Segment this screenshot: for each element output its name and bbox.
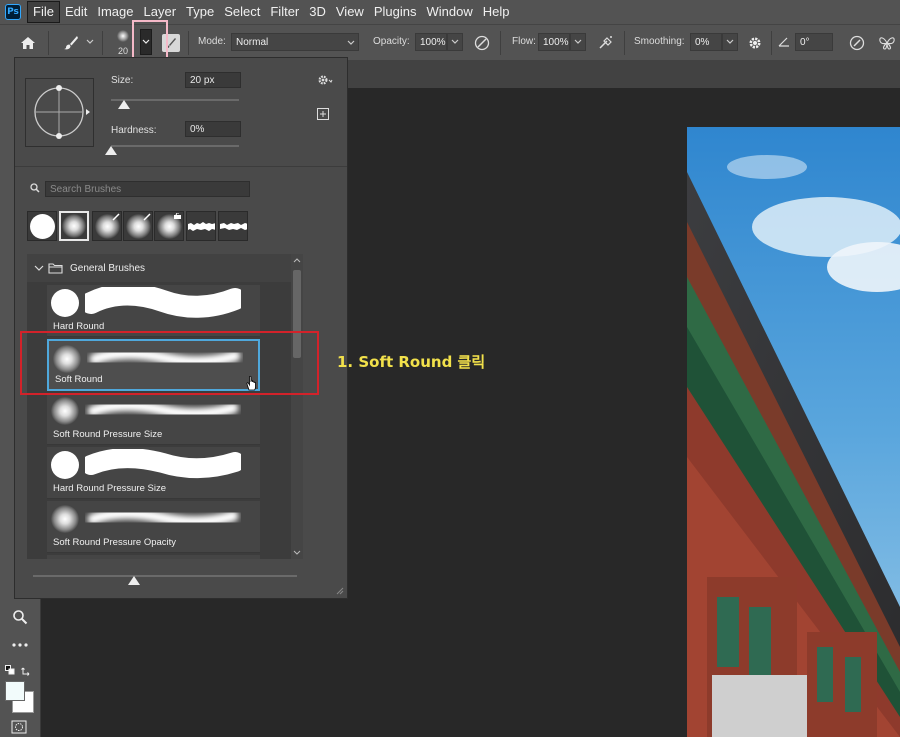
size-slider-track[interactable] [111, 99, 239, 101]
brush-list-scrollbar[interactable] [291, 254, 303, 559]
chevron-down-icon [451, 39, 459, 44]
recent-preset-soft-round[interactable] [59, 211, 89, 241]
mode-label: Mode: [198, 36, 226, 47]
menu-filter[interactable]: Filter [265, 1, 304, 23]
new-preset-icon[interactable] [316, 107, 330, 121]
brush-item-hard-round-pressure-size[interactable]: Hard Round Pressure Size [47, 447, 260, 499]
menu-edit[interactable]: Edit [60, 1, 92, 23]
preview-size-slider-thumb[interactable] [128, 576, 140, 585]
quick-mask-icon[interactable] [9, 718, 29, 736]
document-image[interactable] [687, 127, 900, 737]
smoothing-input[interactable]: 0% [690, 33, 722, 51]
smoothing-label: Smoothing: [634, 36, 685, 47]
brush-stroke-preview [87, 400, 239, 420]
size-slider-thumb[interactable] [117, 100, 130, 109]
flow-input[interactable]: 100% [538, 33, 570, 51]
brush-tip-preview [51, 505, 79, 533]
scroll-up-icon[interactable] [293, 257, 301, 263]
brush-tip-preview [51, 397, 79, 425]
scroll-down-icon[interactable] [293, 550, 301, 556]
airbrush-icon[interactable] [596, 33, 616, 53]
recent-preset-chalk-2[interactable] [218, 211, 248, 241]
recent-preset-chalk-1[interactable] [186, 211, 216, 241]
brush-angle-preview[interactable] [25, 78, 94, 147]
brush-item-hard-round[interactable]: Hard Round [47, 285, 260, 337]
search-icon [29, 182, 41, 194]
pen-pressure-icon [112, 213, 120, 221]
opacity-dropdown[interactable] [447, 33, 463, 51]
photoshop-logo-icon: Ps [5, 4, 21, 20]
foreground-color-swatch[interactable] [5, 681, 25, 701]
opacity-input[interactable]: 100% [415, 33, 447, 51]
recent-preset-soft-pressure-2[interactable] [123, 211, 153, 241]
brush-item-soft-round-pressure-size[interactable]: Soft Round Pressure Size [47, 393, 260, 445]
brush-stroke-preview [85, 449, 241, 479]
hardness-slider-thumb[interactable] [105, 146, 117, 155]
brush-item-soft-round-pressure-opacity[interactable]: Soft Round Pressure Opacity [47, 501, 260, 553]
hardness-input[interactable]: 0% [185, 121, 241, 137]
chevron-down-icon [574, 39, 582, 44]
gear-icon[interactable] [316, 72, 334, 88]
menu-type[interactable]: Type [181, 1, 219, 23]
folder-icon [48, 263, 63, 274]
smoothing-dropdown[interactable] [722, 33, 738, 51]
angle-icon [776, 33, 792, 51]
swap-colors-icon[interactable] [20, 663, 34, 677]
flow-label: Flow: [512, 36, 536, 47]
pressure-opacity-icon[interactable] [472, 33, 492, 53]
pen-pressure-icon [143, 213, 151, 221]
brush-size-readout: 20 [118, 46, 129, 56]
brush-preview-icon[interactable] [114, 27, 132, 45]
recent-preset-soft-pressure-1[interactable] [92, 211, 122, 241]
gear-icon[interactable] [745, 33, 765, 53]
mode-select[interactable]: Normal [231, 33, 359, 51]
default-colors-icon[interactable] [4, 664, 16, 676]
angle-input[interactable]: 0° [795, 33, 833, 51]
size-input[interactable]: 20 px [185, 72, 241, 88]
brush-group-general[interactable]: General Brushes [27, 254, 303, 282]
brush-group-name: General Brushes [70, 263, 146, 274]
annotation-highlight-box [20, 331, 319, 395]
menu-file[interactable]: File [27, 1, 60, 23]
home-icon[interactable] [18, 33, 38, 53]
symmetry-butterfly-icon[interactable] [876, 33, 898, 53]
brush-stroke-preview [85, 287, 241, 318]
chevron-down-icon [726, 39, 734, 44]
brush-item-partial[interactable] [47, 555, 260, 559]
more-tools-icon[interactable] [10, 637, 30, 653]
hardness-slider-track[interactable] [111, 145, 239, 147]
chevron-down-icon[interactable] [34, 264, 44, 272]
recent-preset-hard-round[interactable] [27, 211, 57, 241]
brush-preset-picker: Size: 20 px Hardness: 0% Search Brushes [14, 57, 348, 599]
flow-dropdown[interactable] [570, 33, 586, 51]
brush-tool-icon[interactable] [60, 33, 82, 53]
airbrush-small-icon [174, 213, 181, 219]
brush-tip-preview [51, 289, 79, 317]
menu-select[interactable]: Select [219, 1, 265, 23]
brush-name: Hard Round Pressure Size [53, 483, 166, 494]
resize-grip-icon[interactable] [335, 586, 344, 595]
brush-list: General Brushes Hard Round Soft Round So… [27, 254, 303, 559]
pressure-size-icon[interactable] [846, 33, 868, 53]
preview-size-slider-track[interactable] [33, 575, 297, 577]
size-label: Size: [111, 75, 134, 86]
menu-window[interactable]: Window [421, 1, 477, 23]
opacity-label: Opacity: [373, 36, 410, 47]
brush-name: Soft Round Pressure Opacity [53, 537, 177, 548]
chevron-down-icon [347, 34, 355, 59]
search-brushes-input[interactable]: Search Brushes [45, 181, 250, 197]
brush-stroke-preview [87, 508, 239, 528]
annotation-text: 1. Soft Round 클릭 [337, 353, 486, 371]
chevron-down-icon[interactable] [85, 37, 95, 47]
recent-preset-airbrush[interactable] [154, 211, 184, 241]
brush-tip-preview [51, 451, 79, 479]
zoom-tool-icon[interactable] [10, 607, 30, 627]
menu-3d[interactable]: 3D [304, 1, 331, 23]
mode-value: Normal [236, 37, 269, 48]
hardness-label: Hardness: [111, 125, 157, 136]
menu-plugins[interactable]: Plugins [369, 1, 422, 23]
menu-help[interactable]: Help [478, 1, 515, 23]
menu-view[interactable]: View [331, 1, 369, 23]
brush-name: Soft Round Pressure Size [53, 429, 163, 440]
